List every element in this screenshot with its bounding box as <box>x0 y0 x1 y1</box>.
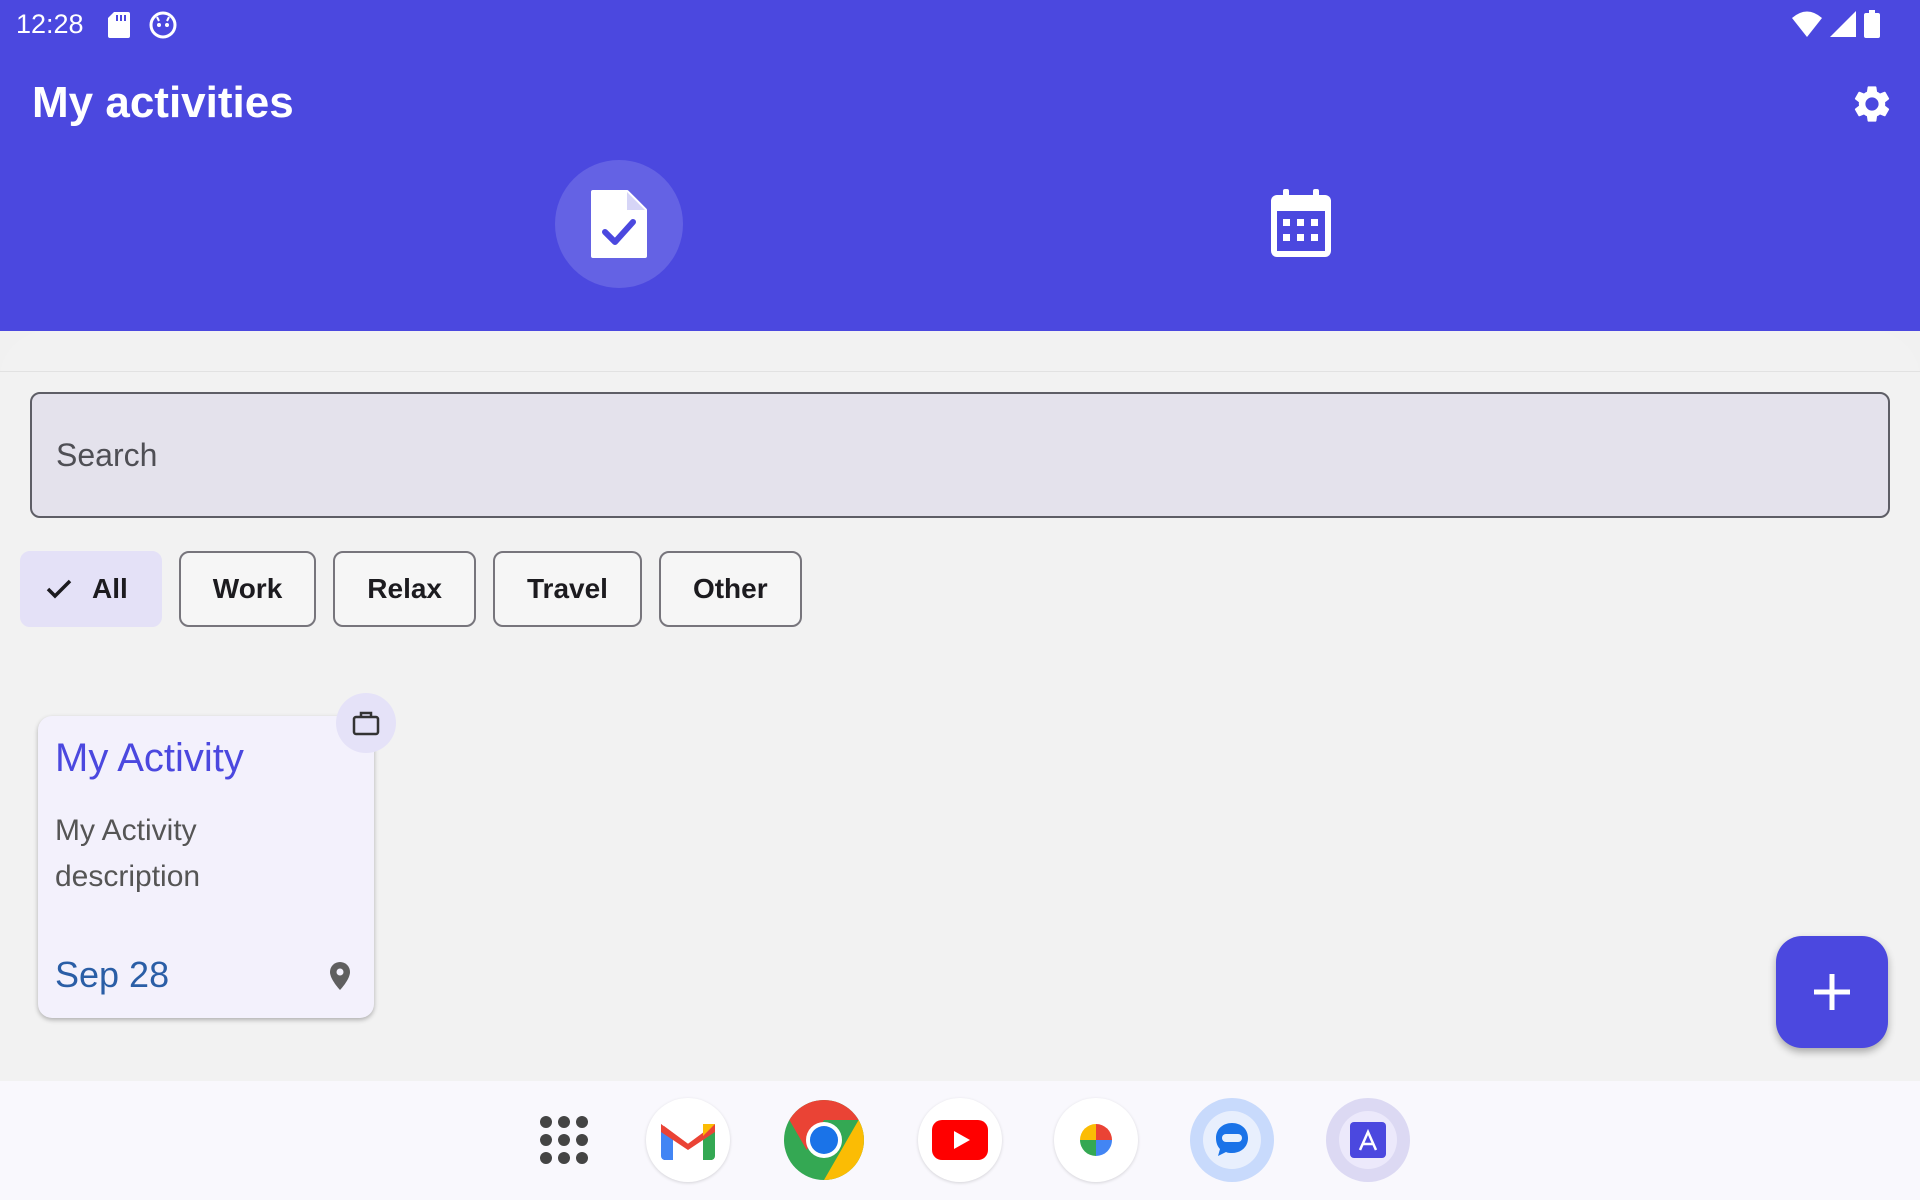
activity-date: Sep 28 <box>55 954 170 995</box>
page-title: My activities <box>32 78 294 127</box>
tab-calendar[interactable] <box>1237 160 1365 288</box>
briefcase-icon <box>352 711 380 736</box>
app-store-icon[interactable] <box>1326 1098 1410 1182</box>
status-bar: 12:28 <box>0 0 1920 50</box>
app-drawer-icon[interactable] <box>522 1098 606 1182</box>
chip-label: Relax <box>367 573 442 604</box>
chip-label: Other <box>692 573 768 604</box>
chrome-icon[interactable] <box>782 1098 866 1182</box>
search-field[interactable] <box>30 392 1890 518</box>
activity-description: My Activity description <box>55 814 201 893</box>
chip-label: Travel <box>527 573 608 604</box>
status-time: 12:28 <box>16 9 84 39</box>
chip-work[interactable]: Work <box>178 551 317 627</box>
calendar-icon <box>1271 189 1331 257</box>
divider <box>0 371 1920 372</box>
activity-card[interactable]: My Activity My Activity description Sep … <box>38 716 374 1018</box>
plus-icon <box>1814 974 1850 1010</box>
youtube-icon[interactable] <box>918 1098 1002 1182</box>
gmail-icon[interactable] <box>646 1098 730 1182</box>
check-icon <box>46 579 72 599</box>
battery-icon <box>1864 10 1880 43</box>
messages-icon[interactable] <box>1190 1098 1274 1182</box>
document-check-icon <box>591 190 647 258</box>
photos-icon[interactable] <box>1054 1098 1138 1182</box>
chip-other[interactable]: Other <box>658 551 802 627</box>
sd-card-icon <box>104 10 134 40</box>
tab-list[interactable] <box>555 160 683 288</box>
activity-title: My Activity <box>55 736 244 780</box>
cat-face-icon <box>148 10 178 40</box>
chip-label: All <box>92 573 128 604</box>
search-input[interactable] <box>56 436 1888 474</box>
settings-button[interactable] <box>1848 80 1896 128</box>
category-badge <box>336 693 396 753</box>
filter-chips: All Work Relax Travel Other <box>20 551 802 627</box>
signal-icon <box>1830 11 1856 42</box>
chip-relax[interactable]: Relax <box>333 551 476 627</box>
location-pin-icon <box>330 962 350 995</box>
chip-all[interactable]: All <box>20 551 162 627</box>
wifi-icon <box>1792 11 1822 42</box>
add-activity-button[interactable] <box>1776 936 1888 1048</box>
gear-icon <box>1854 86 1890 122</box>
chip-travel[interactable]: Travel <box>493 551 642 627</box>
app-header: 12:28 My activities <box>0 0 1920 331</box>
chip-label: Work <box>212 573 283 604</box>
